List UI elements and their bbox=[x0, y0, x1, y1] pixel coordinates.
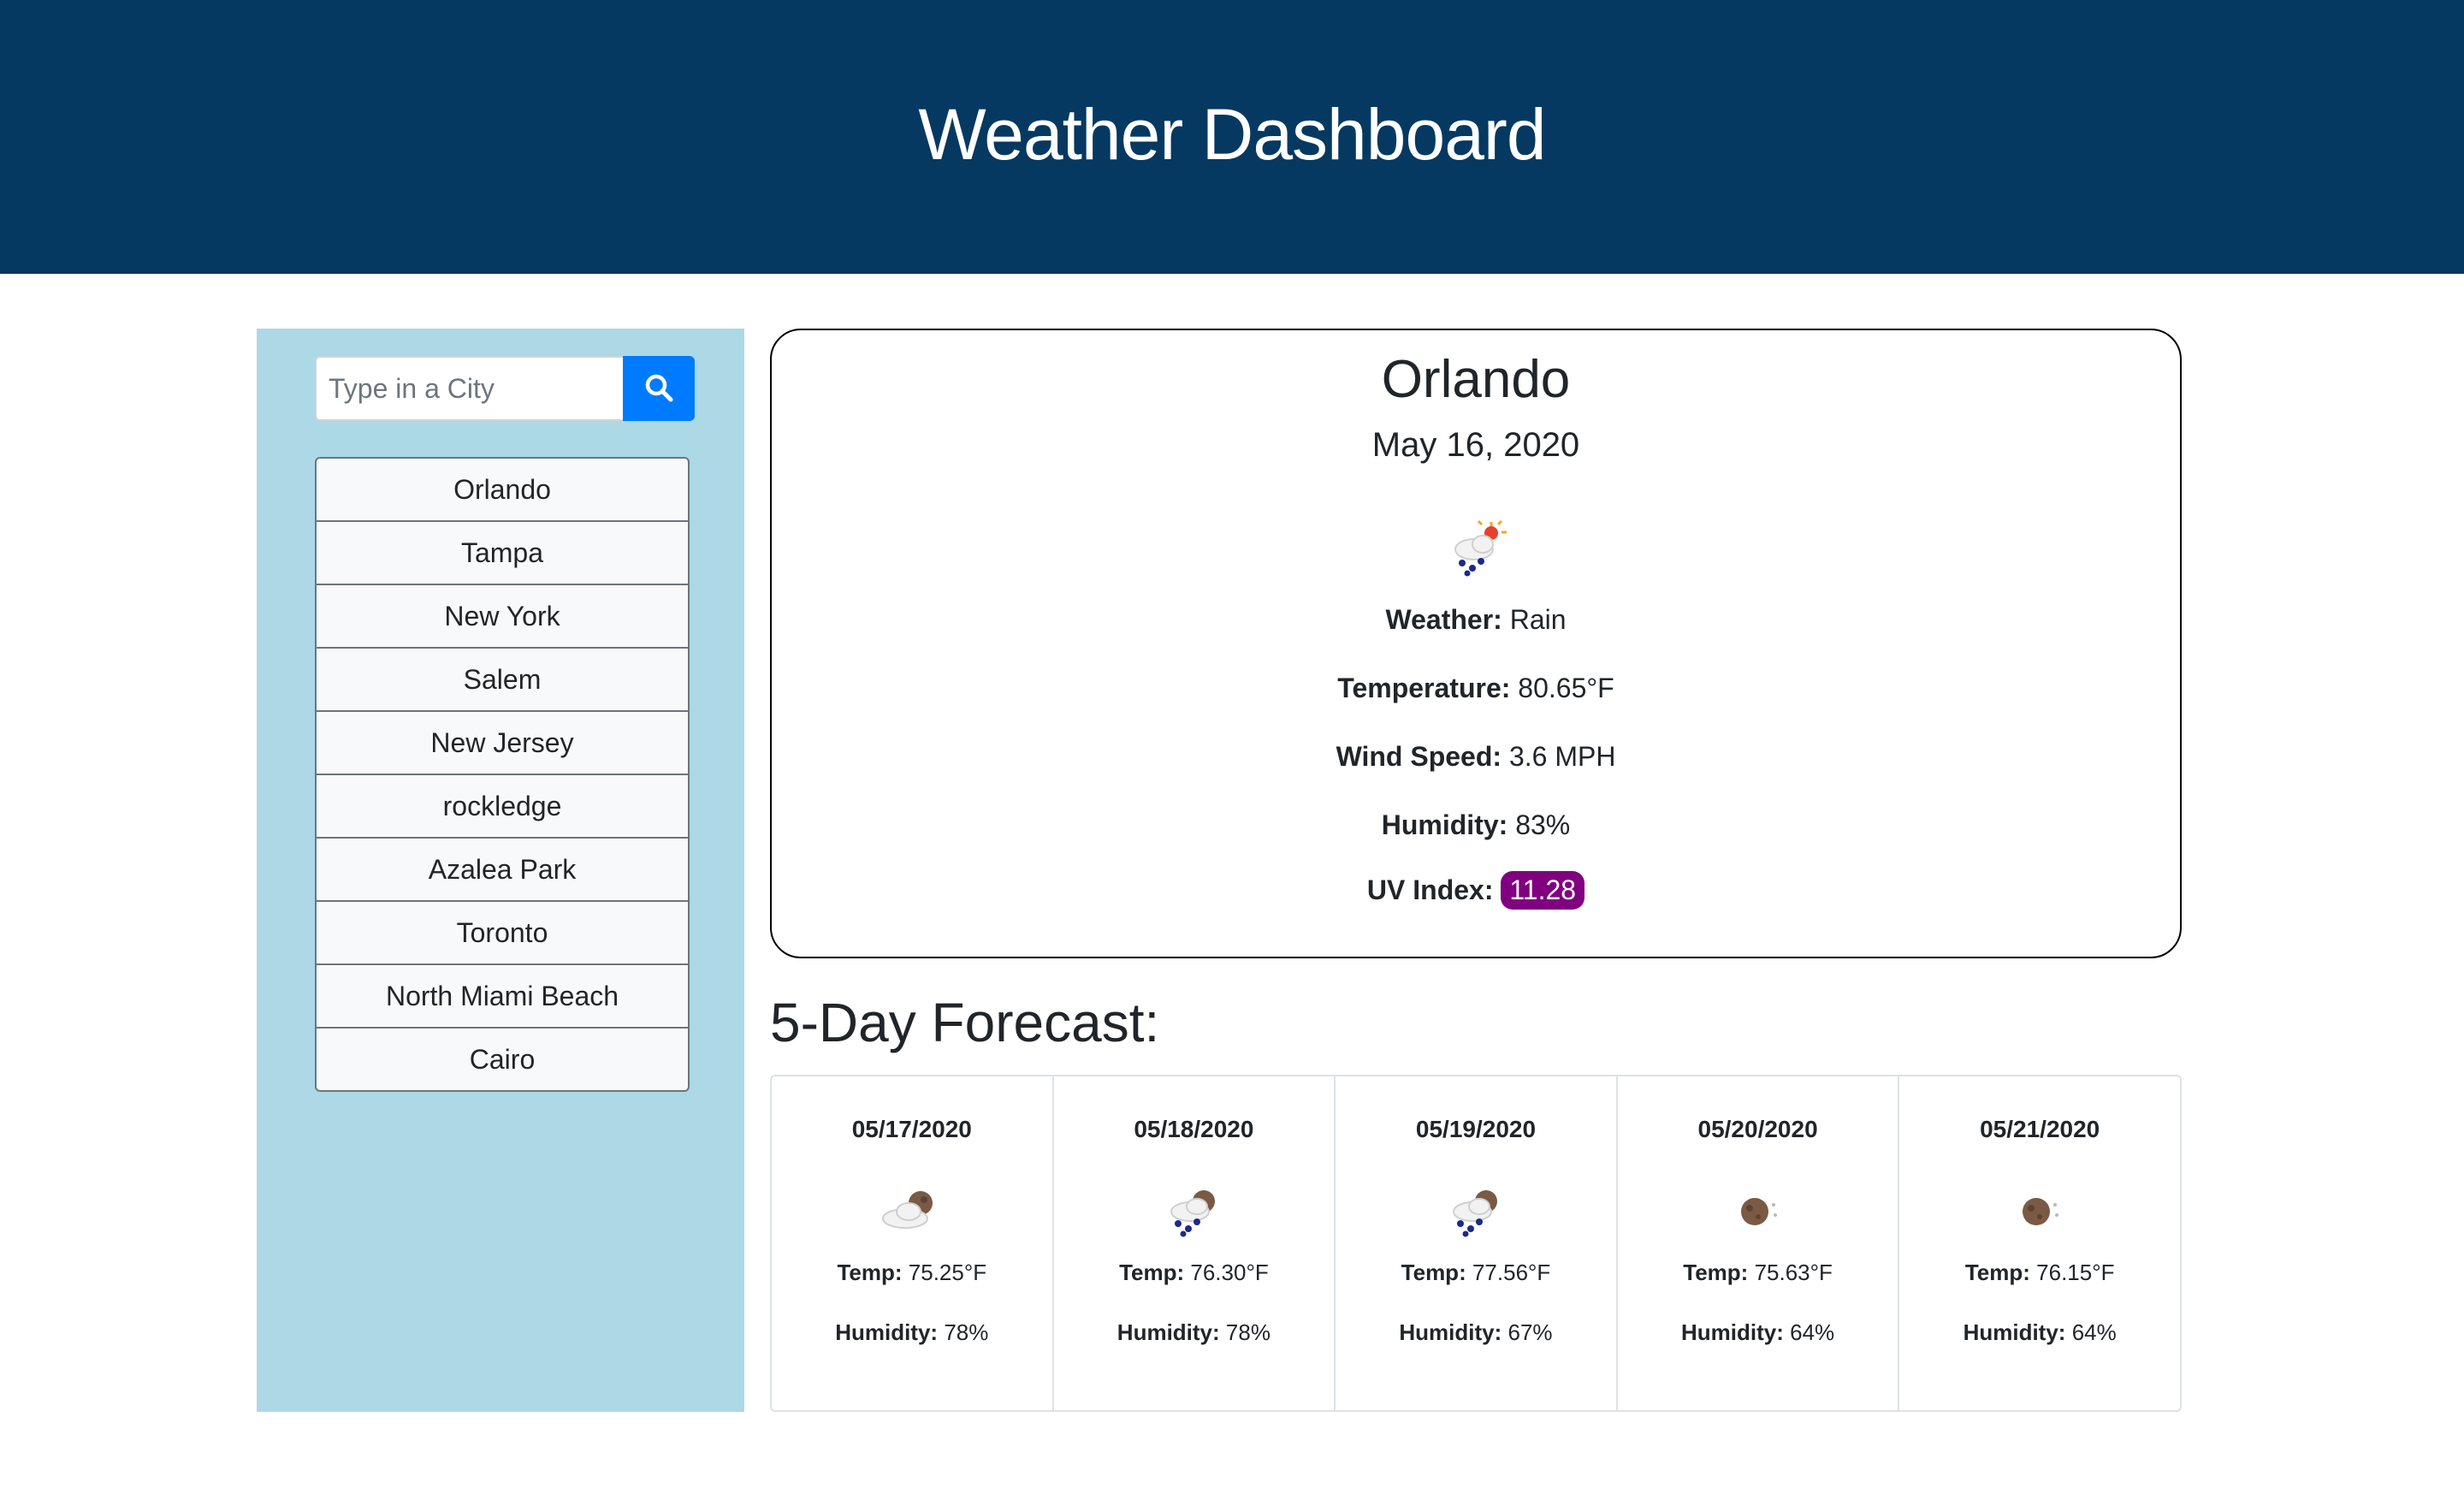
weather-condition: Weather: Rain bbox=[1385, 604, 1567, 635]
forecast-temp: Temp: 77.56°F bbox=[1401, 1260, 1551, 1285]
clear-night-icon bbox=[1732, 1184, 1784, 1244]
history-city-button[interactable]: Cairo bbox=[317, 1029, 688, 1090]
rain-night-icon bbox=[1159, 1184, 1228, 1244]
wind-speed: Wind Speed: 3.6 MPH bbox=[1336, 741, 1616, 772]
forecast-humidity: Humidity: 78% bbox=[1116, 1319, 1270, 1345]
current-city-name: Orlando bbox=[1381, 350, 1571, 409]
forecast-card: 05/19/2020 Temp: 77.56°F Humidity: 67% bbox=[1336, 1076, 1618, 1410]
history-city-button[interactable]: Orlando bbox=[317, 459, 688, 522]
forecast-date: 05/21/2020 bbox=[1980, 1116, 2100, 1142]
forecast-temp: Temp: 75.25°F bbox=[837, 1260, 987, 1285]
sidebar: Orlando Tampa New York Salem New Jersey … bbox=[257, 329, 744, 1412]
forecast-humidity: Humidity: 64% bbox=[1680, 1319, 1835, 1345]
history-city-button[interactable]: New Jersey bbox=[317, 712, 688, 775]
search-icon bbox=[644, 373, 673, 405]
history-city-button[interactable]: rockledge bbox=[317, 775, 688, 839]
history-city-button[interactable]: Salem bbox=[317, 649, 688, 712]
forecast-card: 05/18/2020 Temp: 76.30°F Humidity: 78% bbox=[1054, 1076, 1336, 1410]
forecast-date: 05/17/2020 bbox=[851, 1116, 972, 1142]
forecast-date: 05/18/2020 bbox=[1134, 1116, 1254, 1142]
forecast-card: 05/20/2020 Temp: 75.63°F Humidity: 64% bbox=[1618, 1076, 1900, 1410]
history-city-button[interactable]: New York bbox=[317, 585, 688, 649]
city-search-input[interactable] bbox=[315, 356, 623, 421]
history-city-button[interactable]: Toronto bbox=[317, 902, 688, 965]
search-history-list: Orlando Tampa New York Salem New Jersey … bbox=[315, 457, 690, 1092]
cloud-night-icon bbox=[878, 1184, 946, 1244]
forecast-temp: Temp: 75.63°F bbox=[1683, 1260, 1833, 1285]
history-city-button[interactable]: Azalea Park bbox=[317, 839, 688, 902]
forecast-humidity: Humidity: 64% bbox=[1963, 1319, 2117, 1345]
forecast-temp: Temp: 76.30°F bbox=[1119, 1260, 1269, 1285]
search-button[interactable] bbox=[623, 356, 695, 421]
current-date: May 16, 2020 bbox=[1371, 426, 1580, 464]
current-weather-card: Orlando May 16, 2020 Weather: Rain Tempe… bbox=[770, 329, 2182, 958]
forecast-humidity: Humidity: 78% bbox=[835, 1319, 989, 1345]
page-header: Weather Dashboard bbox=[0, 0, 2464, 274]
forecast-title: 5-Day Forecast: bbox=[770, 992, 1160, 1053]
rain-night-icon bbox=[1442, 1184, 1510, 1244]
history-city-button[interactable]: North Miami Beach bbox=[317, 965, 688, 1029]
temperature: Temperature: 80.65°F bbox=[1337, 673, 1614, 703]
forecast-humidity: Humidity: 67% bbox=[1399, 1319, 1553, 1345]
uv-index-badge: 11.28 bbox=[1501, 871, 1585, 910]
forecast-temp: Temp: 76.15°F bbox=[1964, 1260, 2115, 1285]
forecast-card: 05/17/2020 Temp: 75.25°F Humidity: 78% bbox=[772, 1076, 1054, 1410]
forecast-date: 05/19/2020 bbox=[1415, 1116, 1537, 1142]
clear-night-icon bbox=[2014, 1184, 2065, 1244]
history-city-button[interactable]: Tampa bbox=[317, 522, 688, 585]
humidity: Humidity: 83% bbox=[1381, 809, 1571, 840]
forecast-grid: 05/17/2020 Temp: 75.25°F Humidity: 78% 0… bbox=[770, 1075, 2182, 1412]
search-bar bbox=[315, 356, 695, 421]
page-title: Weather Dashboard bbox=[918, 93, 1546, 175]
forecast-date: 05/20/2020 bbox=[1697, 1116, 1818, 1142]
uv-index: UV Index: 11.28 bbox=[772, 871, 2180, 910]
rain-sun-icon bbox=[1442, 519, 1510, 578]
forecast-card: 05/21/2020 Temp: 76.15°F Humidity: 64% bbox=[1899, 1076, 2180, 1410]
